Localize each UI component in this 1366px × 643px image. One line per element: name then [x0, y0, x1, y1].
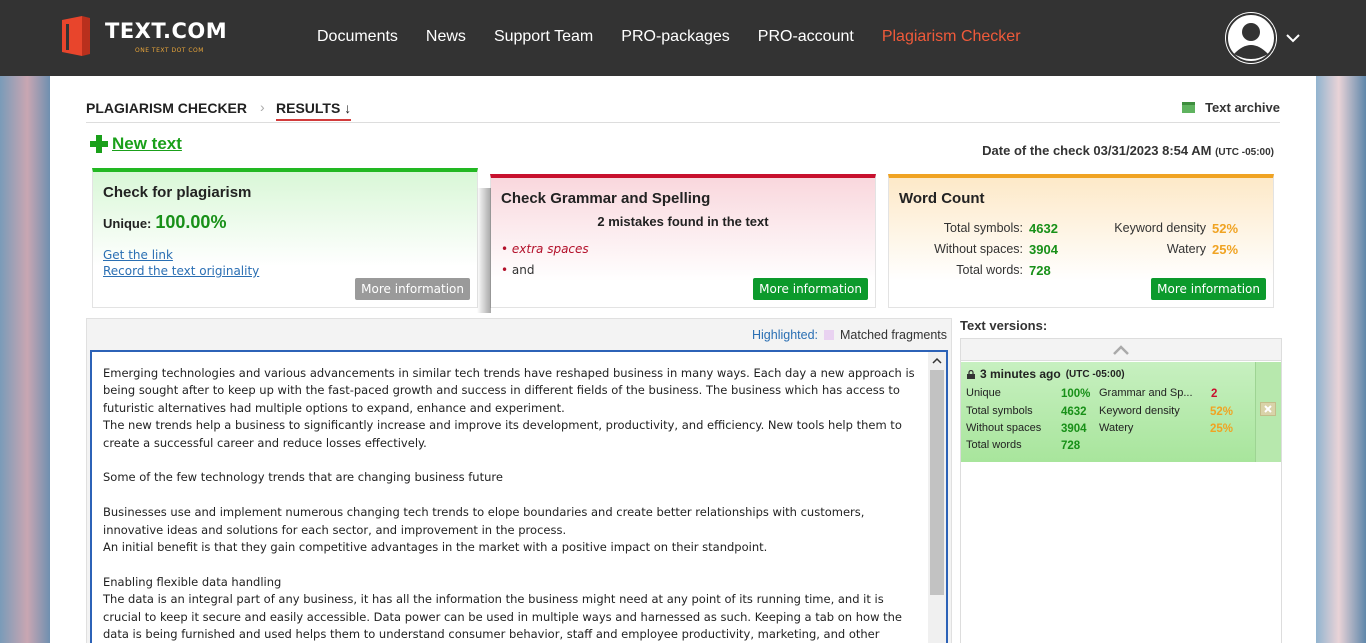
archive-box-icon: [1182, 102, 1196, 113]
text-scrollbar[interactable]: [928, 352, 946, 643]
version-keyword-density-value: 52%: [1210, 406, 1234, 418]
logo-door-icon: [62, 16, 90, 56]
total-words-label: Total words:: [956, 263, 1023, 277]
watery-label: Watery: [1166, 242, 1206, 256]
lock-icon: [967, 369, 975, 379]
new-text-label: New text: [112, 134, 182, 153]
logo-subtext: ONE TEXT DOT COM: [135, 47, 204, 54]
version-total-words-label: Total words: [966, 439, 1022, 451]
version-keyword-density-label: Keyword density: [1099, 405, 1180, 417]
nav-support-team[interactable]: Support Team: [494, 28, 593, 46]
nav-plagiarism-checker[interactable]: Plagiarism Checker: [882, 28, 1021, 46]
nav-documents[interactable]: Documents: [317, 28, 398, 46]
breadcrumb-results[interactable]: RESULTS ↓: [276, 100, 352, 121]
get-link[interactable]: Get the link: [103, 248, 173, 262]
check-date: Date of the check 03/31/2023 8:54 AM (UT…: [982, 143, 1274, 158]
version-total-symbols-label: Total symbols: [966, 405, 1033, 417]
chevron-down-icon[interactable]: [1285, 30, 1301, 46]
grammar-card: Check Grammar and Spelling 2 mistakes fo…: [477, 174, 876, 313]
version-unique-value: 100%: [1061, 388, 1091, 400]
grammar-card-title: Check Grammar and Spelling: [501, 190, 711, 207]
plagiarism-more-info-button[interactable]: More information: [355, 278, 470, 300]
user-avatar[interactable]: [1225, 12, 1277, 64]
watery-value: 25%: [1212, 242, 1239, 257]
total-symbols-label: Total symbols:: [943, 221, 1023, 235]
version-unique-label: Unique: [966, 387, 1001, 399]
breadcrumb-separator-icon: ›: [260, 99, 265, 115]
version-time: 3 minutes ago: [980, 367, 1061, 381]
chevron-up-icon: [1113, 345, 1129, 355]
without-spaces-value: 3904: [1029, 242, 1058, 257]
unique-score: Unique: 100.00%: [103, 212, 226, 233]
keyword-density-value: 52%: [1212, 221, 1239, 236]
version-grammar-label: Grammar and Sp...: [1099, 387, 1193, 399]
grammar-more-info-button[interactable]: More information: [753, 278, 868, 300]
check-date-label: Date of the check 03/31/2023 8:54 AM: [982, 143, 1212, 158]
version-grammar-value: 2: [1211, 388, 1218, 400]
grammar-summary: 2 mistakes found in the text: [597, 214, 769, 229]
total-words-value: 728: [1029, 263, 1051, 278]
text-result-panel: Highlighted: Matched fragments Emerging …: [86, 318, 952, 643]
plagiarism-card-title: Check for plagiarism: [103, 184, 252, 201]
check-date-timezone: (UTC -05:00): [1215, 147, 1274, 158]
without-spaces-label: Without spaces:: [934, 242, 1023, 256]
text-archive-label: Text archive: [1205, 100, 1280, 115]
version-watery-value: 25%: [1210, 423, 1234, 435]
unique-value: 100.00%: [155, 212, 227, 232]
text-versions-list: 3 minutes ago (UTC -05:00) Unique 100% G…: [960, 338, 1282, 643]
breadcrumb: PLAGIARISM CHECKER › RESULTS ↓ Text arch…: [86, 99, 1280, 123]
matched-swatch: [824, 330, 834, 340]
nav-pro-packages[interactable]: PRO-packages: [621, 28, 730, 46]
user-icon: [1226, 13, 1276, 63]
checked-text: Emerging technologies and various advanc…: [103, 366, 915, 642]
word-count-card: Word Count Total symbols: 4632 Without s…: [888, 174, 1274, 308]
version-watery-label: Watery: [1099, 422, 1134, 434]
delete-version-button[interactable]: [1260, 402, 1276, 416]
version-total-words-value: 728: [1061, 440, 1081, 452]
version-side: [1255, 362, 1281, 462]
logo-text: TEXT.COM: [105, 19, 228, 43]
highlight-legend: Highlighted: Matched fragments: [752, 328, 947, 342]
site-logo[interactable]: TEXT.COM ONE TEXT DOT COM: [60, 16, 227, 58]
version-without-spaces-label: Without spaces: [966, 422, 1042, 434]
version-without-spaces-value: 3904: [1061, 423, 1087, 435]
grammar-issue-text: and: [511, 263, 535, 277]
versions-scroll-up[interactable]: [961, 339, 1281, 361]
version-timestamp: 3 minutes ago (UTC -05:00): [967, 367, 1125, 381]
total-symbols-value: 4632: [1029, 221, 1058, 236]
keyword-density-label: Keyword density: [1114, 221, 1206, 235]
matched-fragments-label: Matched fragments: [840, 328, 947, 342]
close-icon: [1264, 405, 1272, 413]
unique-label: Unique:: [103, 216, 152, 231]
main-nav: Documents News Support Team PRO-packages…: [317, 28, 1021, 46]
grammar-issue[interactable]: • extra spaces: [501, 242, 589, 256]
highlighted-label: Highlighted:: [751, 328, 818, 342]
top-navbar: TEXT.COM ONE TEXT DOT COM Documents News…: [0, 0, 1366, 76]
text-versions-title: Text versions:: [960, 318, 1048, 333]
breadcrumb-plagiarism-checker[interactable]: PLAGIARISM CHECKER: [86, 100, 247, 116]
plus-icon: [90, 135, 108, 153]
plagiarism-card: Check for plagiarism Unique: 100.00% Get …: [92, 168, 478, 308]
nav-pro-account[interactable]: PRO-account: [758, 28, 854, 46]
nav-news[interactable]: News: [426, 28, 466, 46]
version-total-symbols-value: 4632: [1061, 406, 1087, 418]
grammar-issue[interactable]: • and: [501, 263, 534, 277]
version-item[interactable]: 3 minutes ago (UTC -05:00) Unique 100% G…: [961, 362, 1281, 462]
text-viewer[interactable]: Emerging technologies and various advanc…: [90, 350, 948, 643]
grammar-issue-text: extra spaces: [511, 242, 589, 256]
record-originality-link[interactable]: Record the text originality: [103, 264, 259, 278]
text-archive-link[interactable]: Text archive: [1182, 100, 1280, 115]
scroll-up-icon[interactable]: [928, 352, 946, 370]
scrollbar-thumb[interactable]: [930, 370, 944, 595]
new-text-button[interactable]: New text: [90, 134, 182, 154]
version-timezone: (UTC -05:00): [1065, 368, 1125, 380]
word-count-more-info-button[interactable]: More information: [1151, 278, 1266, 300]
word-count-card-title: Word Count: [899, 190, 985, 207]
main-panel: PLAGIARISM CHECKER › RESULTS ↓ Text arch…: [50, 76, 1316, 643]
